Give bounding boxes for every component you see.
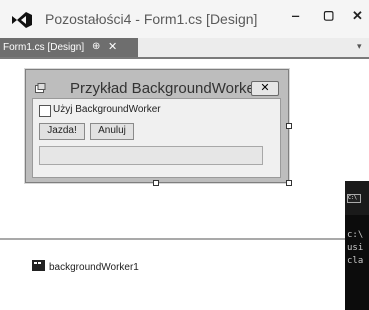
resize-handle-right[interactable]: [286, 123, 292, 129]
console-line: cla: [347, 256, 364, 266]
document-tab-bar: Form1.cs [Design] ⊕ ✕ ▾: [0, 38, 369, 59]
minimize-button[interactable]: ‒: [292, 8, 299, 23]
form-close-button[interactable]: ✕: [251, 81, 279, 96]
component-tray: [0, 240, 345, 310]
start-button[interactable]: Jazda!: [39, 123, 85, 140]
use-backgroundworker-checkbox[interactable]: [39, 105, 51, 117]
form-title: Przykład BackgroundWorker: [70, 80, 260, 97]
progress-bar: [39, 146, 263, 165]
console-line: usi: [347, 243, 364, 253]
visual-studio-logo-icon: [12, 12, 32, 28]
resize-handle-corner[interactable]: [286, 180, 292, 186]
designed-form[interactable]: Przykład BackgroundWorker ✕ Użyj Backgro…: [25, 69, 289, 183]
form-client-area: Użyj BackgroundWorker Jazda! Anuluj: [32, 98, 281, 178]
tab-close-icon[interactable]: ✕: [108, 40, 117, 53]
window-title: Pozostałości4 - Form1.cs [Design]: [45, 11, 258, 27]
ide-title-bar: Pozostałości4 - Form1.cs [Design] ‒ ▢ ✕: [0, 0, 369, 38]
close-icon: ✕: [260, 82, 270, 94]
console-line: c:\: [347, 230, 364, 240]
tab-overflow-menu-icon[interactable]: ▾: [357, 41, 362, 52]
resize-handle-bottom[interactable]: [153, 180, 159, 186]
component-label: backgroundWorker1: [49, 262, 139, 273]
component-icon: [32, 260, 45, 271]
pin-icon[interactable]: ⊕: [92, 41, 100, 52]
maximize-button[interactable]: ▢: [323, 8, 334, 22]
console-window[interactable]: C:\ c:\ usi cla: [345, 181, 369, 310]
cancel-button[interactable]: Anuluj: [90, 123, 134, 140]
console-icon: C:\: [347, 194, 361, 203]
console-title-bar: C:\: [345, 181, 369, 215]
close-window-button[interactable]: ✕: [352, 8, 363, 24]
checkbox-label: Użyj BackgroundWorker: [53, 104, 161, 115]
form-icon: [35, 83, 46, 93]
tab-label: Form1.cs [Design]: [3, 42, 85, 53]
tab-form1-design[interactable]: Form1.cs [Design] ⊕ ✕: [0, 38, 138, 57]
